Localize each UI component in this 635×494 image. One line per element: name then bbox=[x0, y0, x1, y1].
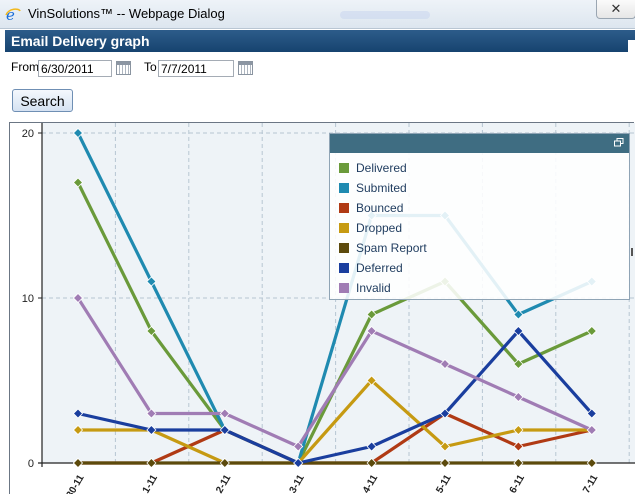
x-tick-label: 30-11 bbox=[65, 473, 87, 494]
legend-swatch bbox=[339, 203, 349, 213]
legend-swatch bbox=[339, 223, 349, 233]
legend-header bbox=[330, 134, 629, 153]
x-tick-label: 6-11 bbox=[508, 473, 527, 494]
y-tick-label: 10 bbox=[22, 293, 34, 305]
legend-swatch bbox=[339, 183, 349, 193]
legend-swatch bbox=[339, 263, 349, 273]
x-tick-label: 1-11 bbox=[141, 473, 160, 494]
legend-swatch bbox=[339, 163, 349, 173]
legend-label: Bounced bbox=[356, 201, 404, 215]
x-tick-label: 5-11 bbox=[434, 473, 453, 494]
x-tick-label: 3-11 bbox=[288, 473, 307, 494]
x-tick-label: 7-11 bbox=[581, 473, 600, 494]
scrollbar-marker bbox=[631, 248, 633, 256]
chart-legend: Delivered Submited Bounced Dropped Spam Repo… bbox=[329, 133, 630, 300]
legend-swatch bbox=[339, 283, 349, 293]
legend-label: Spam Report bbox=[356, 241, 427, 255]
legend-label: Deferred bbox=[356, 261, 403, 275]
y-tick-label: 20 bbox=[22, 128, 34, 140]
restore-icon[interactable] bbox=[614, 138, 624, 147]
x-tick-label: 2-11 bbox=[214, 473, 233, 494]
x-tick-label: 4-11 bbox=[361, 473, 380, 494]
legend-label: Delivered bbox=[356, 161, 407, 175]
legend-label: Submited bbox=[356, 181, 407, 195]
legend-swatch bbox=[339, 243, 349, 253]
legend-label: Invalid bbox=[356, 281, 391, 295]
y-tick-label: 0 bbox=[28, 458, 34, 470]
legend-label: Dropped bbox=[356, 221, 403, 235]
